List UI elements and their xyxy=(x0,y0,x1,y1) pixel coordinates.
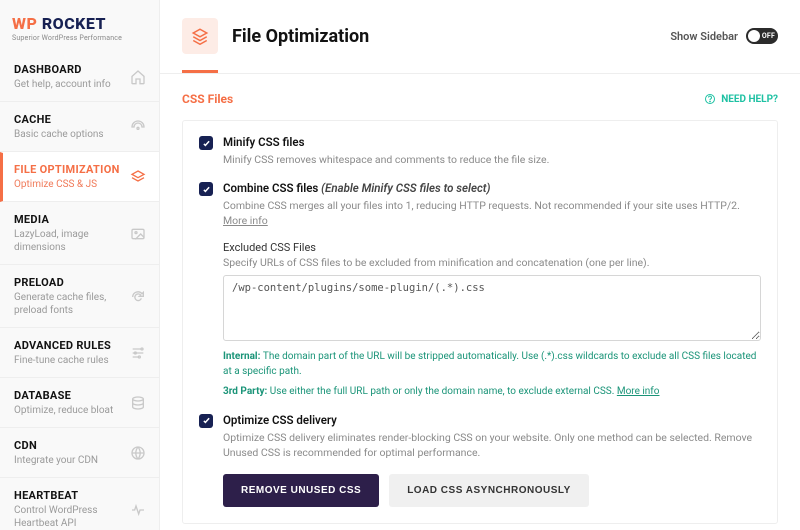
css-files-panel: Minify CSS files Minify CSS removes whit… xyxy=(182,120,778,524)
remove-unused-css-button[interactable]: REMOVE UNUSED CSS xyxy=(223,474,379,507)
toggle-knob xyxy=(748,30,760,42)
nav-sub: Generate cache files, preload fonts xyxy=(14,291,129,317)
section-title: CSS Files xyxy=(182,92,233,106)
nav-title: MEDIA xyxy=(14,213,129,226)
note-third-party: 3rd Party: Use either the full URL path … xyxy=(223,384,761,399)
need-help-label: NEED HELP? xyxy=(721,94,778,105)
sidebar-item-file-optimization[interactable]: FILE OPTIMIZATION Optimize CSS & JS xyxy=(0,152,159,202)
show-sidebar-label: Show Sidebar xyxy=(670,30,738,43)
option-label: Optimize CSS delivery xyxy=(223,413,761,427)
sidebar-item-dashboard[interactable]: DASHBOARD Get help, account info xyxy=(0,52,159,102)
option-minify-css: Minify CSS files Minify CSS removes whit… xyxy=(199,135,761,167)
nav-title: CACHE xyxy=(14,113,129,126)
combine-hint: (Enable Minify CSS files to select) xyxy=(321,181,490,195)
sidebar-item-cache[interactable]: CACHE Basic cache options xyxy=(0,102,159,152)
image-icon xyxy=(129,225,147,243)
logo-wp: WP xyxy=(12,14,37,33)
option-desc: Minify CSS removes whitespace and commen… xyxy=(223,152,761,167)
layers-icon xyxy=(182,18,218,54)
load-css-async-button[interactable]: LOAD CSS ASYNCHRONOUSLY xyxy=(389,474,589,507)
option-optimize-css-delivery: Optimize CSS delivery Optimize CSS deliv… xyxy=(199,413,761,507)
checkbox-combine-css[interactable] xyxy=(199,182,213,196)
nav-title: HEARTBEAT xyxy=(14,489,129,502)
option-desc: Optimize CSS delivery eliminates render-… xyxy=(223,430,761,460)
sidebar: WP ROCKET Superior WordPress Performance… xyxy=(0,0,160,530)
home-icon xyxy=(129,68,147,86)
brand-logo: WP ROCKET Superior WordPress Performance xyxy=(0,0,159,52)
page-header: File Optimization Show Sidebar OFF xyxy=(160,0,800,54)
toggle-switch[interactable]: OFF xyxy=(746,28,778,44)
nav-sub: Optimize CSS & JS xyxy=(14,178,129,191)
combine-desc-text: Combine CSS merges all your files into 1… xyxy=(223,199,740,212)
refresh-icon xyxy=(129,288,147,306)
nav-sub: Integrate your CDN xyxy=(14,454,129,467)
combine-label-text: Combine CSS files xyxy=(223,181,321,195)
nav-title: FILE OPTIMIZATION xyxy=(14,163,129,176)
note-internal: Internal: The domain part of the URL wil… xyxy=(223,349,761,379)
nav-sub: Optimize, reduce bloat xyxy=(14,404,129,417)
gauge-icon xyxy=(129,118,147,136)
sidebar-item-cdn[interactable]: CDN Integrate your CDN xyxy=(0,428,159,478)
nav-sub: Get help, account info xyxy=(14,78,129,91)
sidebar-item-advanced-rules[interactable]: ADVANCED RULES Fine-tune cache rules xyxy=(0,328,159,378)
option-combine-css: Combine CSS files (Enable Minify CSS fil… xyxy=(199,181,761,398)
sidebar-item-media[interactable]: MEDIA LazyLoad, image dimensions xyxy=(0,202,159,265)
logo-tagline: Superior WordPress Performance xyxy=(12,34,122,42)
nav-title: CDN xyxy=(14,439,129,452)
excluded-css-desc: Specify URLs of CSS files to be excluded… xyxy=(223,256,761,269)
nav-title: DATABASE xyxy=(14,389,129,402)
more-info-link[interactable]: More info xyxy=(617,386,660,397)
globe-icon xyxy=(129,444,147,462)
nav-sub: Basic cache options xyxy=(14,128,129,141)
content-area: CSS Files NEED HELP? Minify CSS files Mi… xyxy=(160,74,800,530)
layers-icon xyxy=(129,168,147,186)
option-desc: Combine CSS merges all your files into 1… xyxy=(223,198,761,228)
show-sidebar-toggle[interactable]: Show Sidebar OFF xyxy=(670,28,778,44)
more-info-link[interactable]: More info xyxy=(223,214,268,227)
sidebar-item-database[interactable]: DATABASE Optimize, reduce bloat xyxy=(0,378,159,428)
heartbeat-icon xyxy=(129,501,147,519)
toggle-state: OFF xyxy=(762,32,775,40)
checkbox-minify-css[interactable] xyxy=(199,136,213,150)
sliders-icon xyxy=(129,344,147,362)
main-panel: File Optimization Show Sidebar OFF CSS F… xyxy=(160,0,800,530)
nav-sub: Fine-tune cache rules xyxy=(14,354,129,367)
help-icon xyxy=(704,93,716,105)
logo-rocket: ROCKET xyxy=(37,14,106,33)
database-icon xyxy=(129,394,147,412)
excluded-css-textarea[interactable] xyxy=(223,275,761,341)
need-help-link[interactable]: NEED HELP? xyxy=(704,93,778,105)
sidebar-item-preload[interactable]: PRELOAD Generate cache files, preload fo… xyxy=(0,265,159,328)
nav-title: ADVANCED RULES xyxy=(14,339,129,352)
page-title: File Optimization xyxy=(232,26,656,47)
excluded-css-label: Excluded CSS Files xyxy=(223,241,761,254)
checkbox-optimize-css[interactable] xyxy=(199,414,213,428)
nav-title: PRELOAD xyxy=(14,276,129,289)
nav-sub: Control WordPress Heartbeat API xyxy=(14,504,129,530)
sidebar-item-heartbeat[interactable]: HEARTBEAT Control WordPress Heartbeat AP… xyxy=(0,478,159,530)
nav-sub: LazyLoad, image dimensions xyxy=(14,228,129,254)
option-label: Minify CSS files xyxy=(223,135,761,149)
nav-title: DASHBOARD xyxy=(14,63,129,76)
option-label: Combine CSS files (Enable Minify CSS fil… xyxy=(223,181,761,195)
